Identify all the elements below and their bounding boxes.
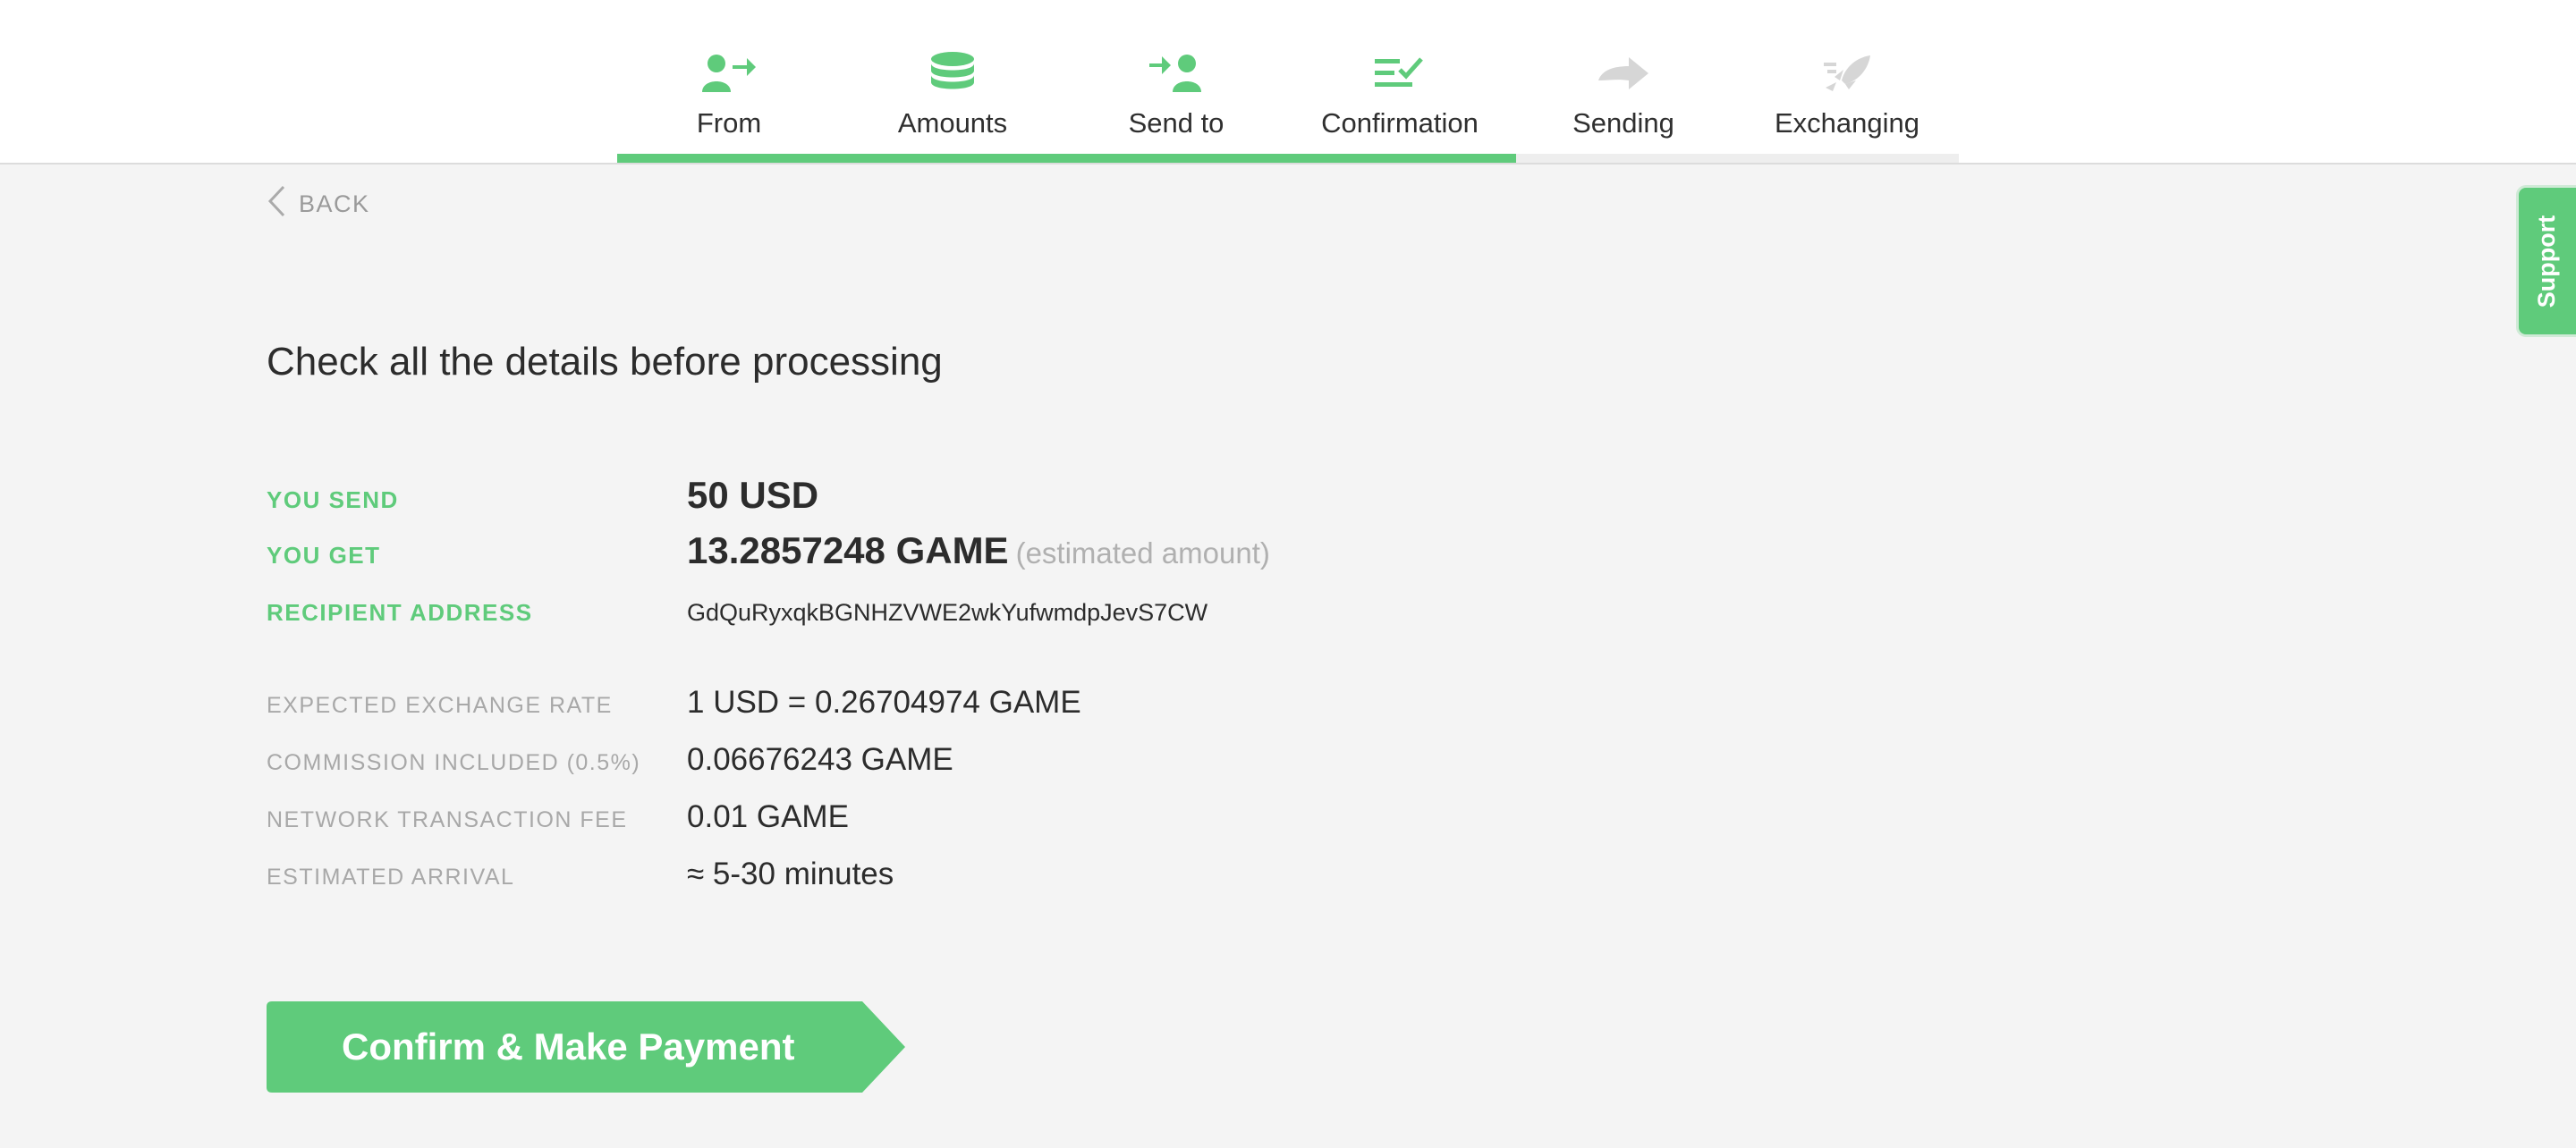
detail-row-get: YOU GET 13.2857248 GAME (estimated amoun… — [267, 529, 1270, 572]
recipient-address: GdQuRyxqkBGNHZVWE2wkYufwmdpJevS7CW — [687, 599, 1208, 626]
detail-row-commission: COMMISSION INCLUDED (0.5%) 0.06676243 GA… — [267, 742, 953, 778]
page-title: Check all the details before processing — [267, 340, 943, 384]
coins-icon — [930, 50, 975, 97]
commission-label: COMMISSION INCLUDED (0.5%) — [267, 750, 641, 775]
support-label: Support — [2533, 215, 2561, 308]
step-send-to[interactable]: Send to — [1064, 0, 1288, 165]
support-button[interactable]: Support — [2519, 188, 2576, 334]
detail-row-recipient: RECIPIENT ADDRESS GdQuRyxqkBGNHZVWE2wkYu… — [267, 599, 1208, 627]
recipient-label: RECIPIENT ADDRESS — [267, 599, 533, 626]
you-send-value: 50 USD — [687, 474, 819, 516]
back-link[interactable]: BACK — [267, 185, 370, 224]
you-get-value: 13.2857248 GAME — [687, 529, 1009, 571]
step-label: Amounts — [897, 107, 1008, 139]
exchange-rate-value: 1 USD = 0.26704974 GAME — [687, 685, 1081, 720]
step-label: From — [696, 107, 762, 139]
top-header: From Amounts Send to Confirmation Sendin… — [0, 0, 2576, 165]
step-label: Sending — [1572, 107, 1674, 139]
step-exchanging[interactable]: Exchanging — [1735, 0, 1959, 165]
progress-bar — [617, 154, 1959, 163]
step-confirmation[interactable]: Confirmation — [1288, 0, 1512, 165]
confirm-payment-button[interactable]: Confirm & Make Payment — [267, 1001, 905, 1093]
exchange-rate-label: EXPECTED EXCHANGE RATE — [267, 693, 613, 718]
arrow-right-icon — [1598, 50, 1648, 97]
step-sending[interactable]: Sending — [1512, 0, 1735, 165]
estimated-note: (estimated amount) — [1015, 536, 1270, 570]
send-to-user-icon — [1149, 50, 1203, 97]
step-label: Exchanging — [1774, 107, 1919, 139]
step-label: Send to — [1128, 107, 1224, 139]
checklist-icon — [1375, 50, 1425, 97]
progress-bar-fill — [617, 154, 1516, 163]
step-from[interactable]: From — [617, 0, 841, 165]
rocket-icon — [1822, 50, 1872, 97]
detail-row-rate: EXPECTED EXCHANGE RATE 1 USD = 0.2670497… — [267, 685, 1081, 721]
arrival-value: ≈ 5-30 minutes — [687, 857, 894, 891]
you-send-label: YOU SEND — [267, 486, 399, 513]
detail-row-arrival: ESTIMATED ARRIVAL ≈ 5-30 minutes — [267, 857, 894, 892]
arrival-label: ESTIMATED ARRIVAL — [267, 865, 515, 890]
network-fee-value: 0.01 GAME — [687, 799, 849, 834]
step-label: Confirmation — [1321, 107, 1479, 139]
step-amounts[interactable]: Amounts — [841, 0, 1064, 165]
back-label: BACK — [299, 190, 370, 217]
detail-row-fee: NETWORK TRANSACTION FEE 0.01 GAME — [267, 799, 849, 835]
confirm-button-label: Confirm & Make Payment — [342, 1026, 795, 1068]
user-arrow-icon — [702, 50, 756, 97]
progress-steps: From Amounts Send to Confirmation Sendin… — [617, 0, 1959, 165]
commission-value: 0.06676243 GAME — [687, 742, 953, 777]
you-get-label: YOU GET — [267, 542, 381, 569]
network-fee-label: NETWORK TRANSACTION FEE — [267, 807, 628, 832]
detail-row-send: YOU SEND 50 USD — [267, 474, 818, 517]
chevron-left-icon — [267, 185, 286, 224]
